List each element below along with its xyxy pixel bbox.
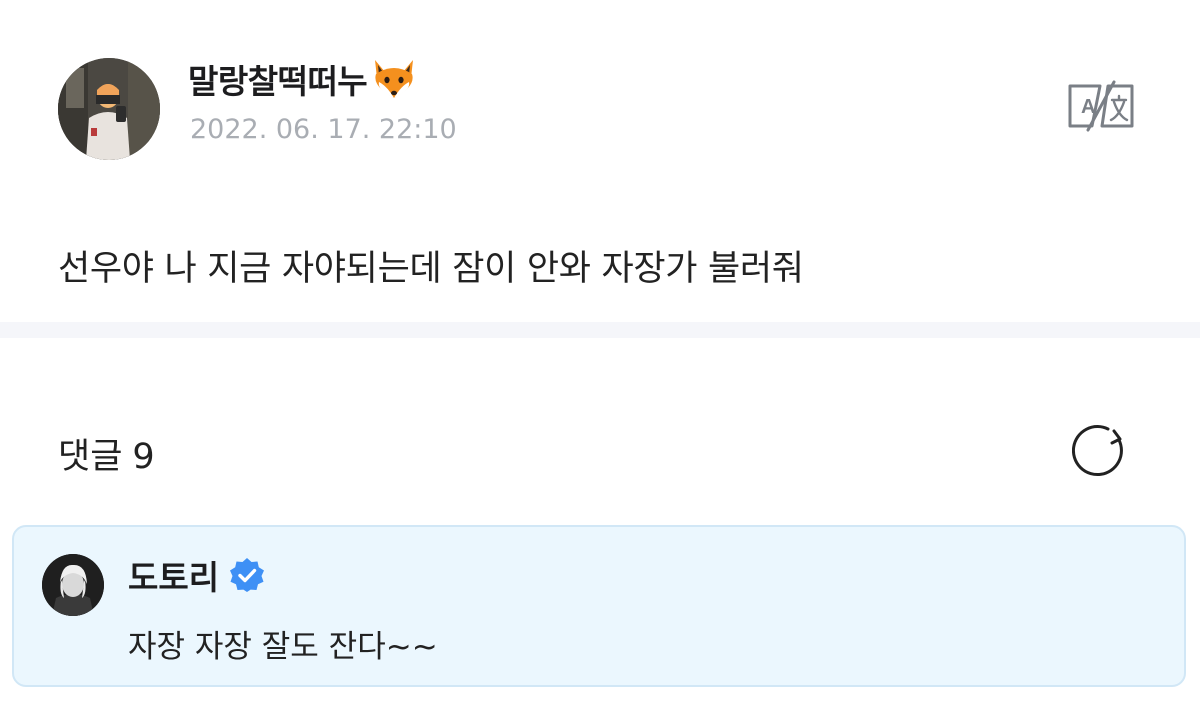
fox-emoji-icon bbox=[369, 56, 419, 102]
translate-button[interactable]: A bbox=[1062, 80, 1140, 132]
post-header: 말랑찰떡떠누 2022. 06. 17. 22:10 A bbox=[0, 0, 1200, 180]
refresh-button[interactable] bbox=[1071, 422, 1132, 482]
verified-badge-icon bbox=[229, 557, 265, 593]
svg-text:A: A bbox=[1081, 96, 1095, 118]
comment-text: 자장 자장 잘도 잔다~~ bbox=[128, 629, 438, 665]
refresh-icon bbox=[1071, 425, 1123, 477]
comments-count: 9 bbox=[132, 437, 155, 477]
avatar-photo bbox=[42, 554, 104, 616]
author-avatar[interactable] bbox=[58, 58, 160, 160]
comment-author-row: 도토리 bbox=[128, 551, 265, 599]
comments-label: 댓글 bbox=[58, 437, 123, 477]
comment-author-name[interactable]: 도토리 bbox=[128, 551, 219, 599]
section-divider bbox=[0, 322, 1200, 338]
post-body-text: 선우야 나 지금 자야되는데 잠이 안와 자장가 불러줘 bbox=[58, 249, 804, 289]
comment-author-avatar[interactable] bbox=[42, 554, 104, 616]
avatar-photo bbox=[58, 58, 160, 160]
author-name-row: 말랑찰떡떠누 bbox=[188, 56, 419, 102]
translate-icon: A bbox=[1068, 80, 1134, 132]
comment-item[interactable]: 도토리 자장 자장 잘도 잔다~~ bbox=[12, 525, 1186, 687]
post-timestamp: 2022. 06. 17. 22:10 bbox=[190, 114, 457, 145]
comments-header: 댓글 9 bbox=[58, 428, 155, 479]
author-name[interactable]: 말랑찰떡떠누 bbox=[188, 55, 368, 103]
